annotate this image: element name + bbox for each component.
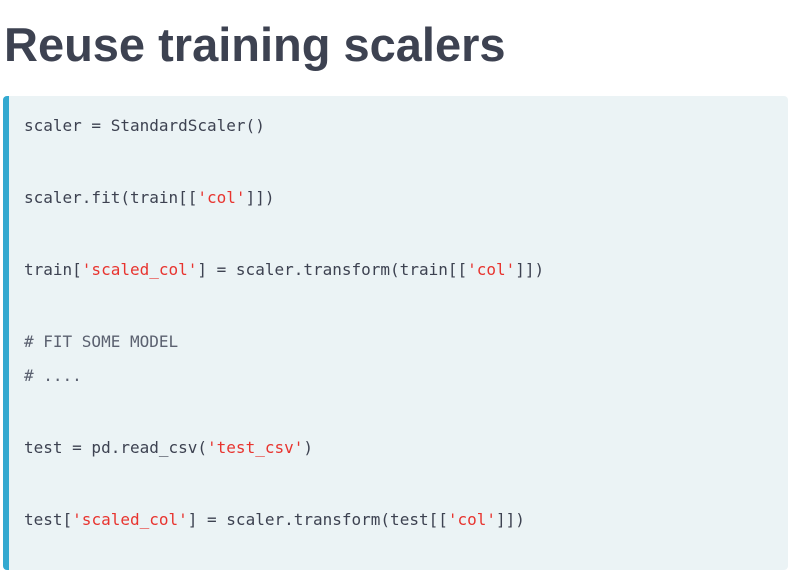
code-token-plain: ] = scaler.transform(test[[ <box>187 510 448 529</box>
code-token-comment: # FIT SOME MODEL <box>24 332 179 351</box>
code-token-string: 'col' <box>447 510 497 529</box>
code-token-string: 'scaled_col' <box>72 510 188 529</box>
code-lines: scaler = StandardScaler() scaler.fit(tra… <box>24 108 544 538</box>
code-token-plain: scaler.fit(train[[ <box>24 188 198 207</box>
code-line: # .... <box>24 358 544 394</box>
code-token-plain: ]]) <box>496 510 525 529</box>
code-token-plain: ]]) <box>515 260 545 279</box>
code-line: scaler.fit(train[['col']]) <box>24 180 544 216</box>
code-token-comment: # .... <box>24 366 82 385</box>
code-token-string: 'test_csv' <box>207 438 304 457</box>
code-line: # FIT SOME MODEL <box>24 324 544 358</box>
code-token-string: 'col' <box>197 188 246 207</box>
code-token-plain: ] = scaler.transform(train[[ <box>197 260 468 279</box>
code-token-plain: ]]) <box>245 188 275 207</box>
slide: Reuse training scalers scaler = Standard… <box>0 0 797 578</box>
code-token-plain: test[ <box>24 510 73 529</box>
code-token-plain: train[ <box>24 260 82 279</box>
code-line: train['scaled_col'] = scaler.transform(t… <box>24 252 544 288</box>
code-token-plain: scaler = StandardScaler() <box>24 116 265 135</box>
code-token-string: 'scaled_col' <box>81 260 198 279</box>
code-line: test = pd.read_csv('test_csv') <box>24 430 544 466</box>
code-token-string: 'col' <box>467 260 516 279</box>
code-line: test['scaled_col'] = scaler.transform(te… <box>24 502 544 538</box>
code-token-plain: ) <box>303 438 313 457</box>
code-token-plain: test = pd.read_csv( <box>24 438 208 457</box>
code-block: scaler = StandardScaler() scaler.fit(tra… <box>3 96 788 570</box>
code-line: scaler = StandardScaler() <box>24 108 544 144</box>
slide-title: Reuse training scalers <box>4 18 506 71</box>
